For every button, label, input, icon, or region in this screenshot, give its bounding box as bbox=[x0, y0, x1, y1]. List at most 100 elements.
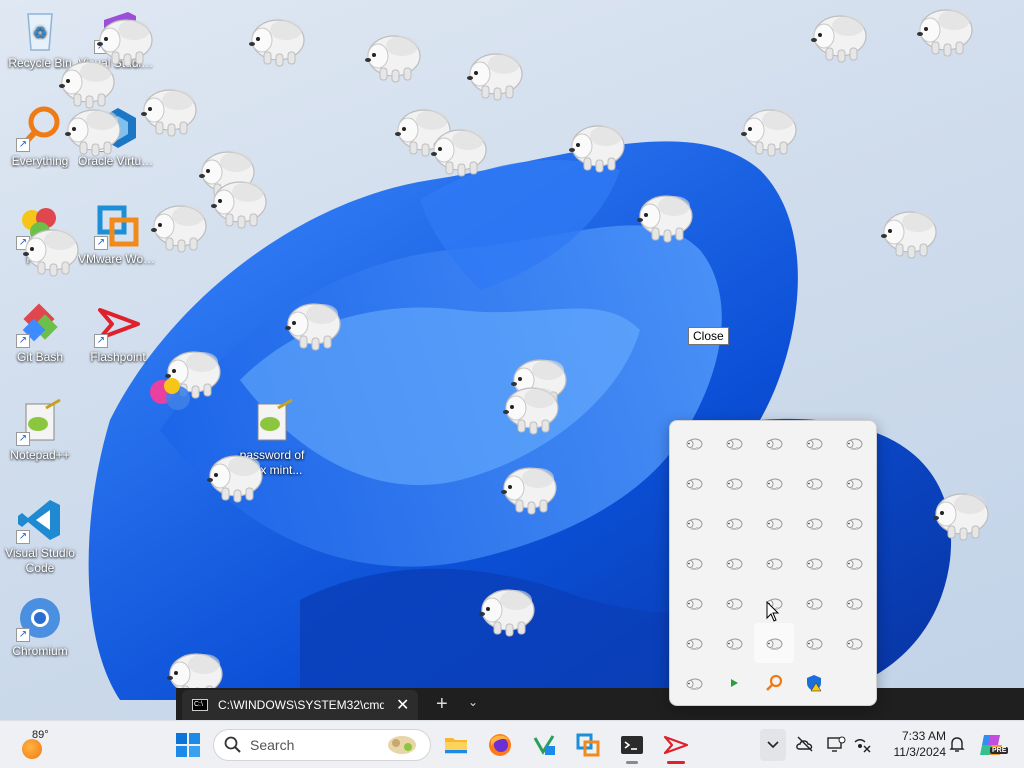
tray-item-bear-icon[interactable] bbox=[674, 583, 714, 623]
desktop-icon-recycle-bin[interactable]: ♻ Recycle Bin bbox=[0, 6, 80, 71]
firefox-icon bbox=[489, 734, 511, 756]
new-tab-button[interactable]: + bbox=[436, 693, 448, 716]
shortcut-arrow-icon: ↗ bbox=[94, 334, 108, 348]
desktop-icon-notepad-plus-plus[interactable]: ↗ Notepad++ bbox=[0, 398, 80, 463]
tray-item-everything-search-icon[interactable] bbox=[754, 663, 794, 703]
mouse-cursor-icon bbox=[766, 601, 780, 622]
tray-item-bear-icon[interactable] bbox=[754, 623, 794, 663]
tray-item-bear-icon[interactable] bbox=[674, 623, 714, 663]
play-icon bbox=[731, 679, 738, 687]
desktop-icon-vmware[interactable]: ↗ VMware Workstati... bbox=[78, 202, 158, 267]
taskbar-firefox[interactable] bbox=[480, 725, 520, 765]
notification-bell-icon[interactable] bbox=[948, 735, 966, 753]
desktop-icon-flashpoint[interactable]: ↗ Flashpoint bbox=[78, 300, 158, 365]
tray-item-bear-icon[interactable] bbox=[674, 543, 714, 583]
tray-item-bear-icon[interactable] bbox=[674, 503, 714, 543]
shortcut-arrow-icon: ↗ bbox=[16, 138, 30, 152]
desktop-icon-visual-studio[interactable]: ↗ Visual Studio 2022 Preview bbox=[78, 6, 158, 71]
desktop-icon-paint[interactable]: ↗ Paint bbox=[0, 202, 80, 267]
start-button[interactable] bbox=[168, 725, 208, 765]
shortcut-arrow-icon: ↗ bbox=[94, 236, 108, 250]
tray-item-bear-icon[interactable] bbox=[834, 463, 874, 503]
tray-item-bear-icon[interactable] bbox=[794, 623, 834, 663]
visual-studio-icon: ↗ bbox=[94, 6, 142, 54]
desktop-icon-everything[interactable]: ↗ Everything bbox=[0, 104, 80, 169]
paint-icon: ↗ bbox=[16, 202, 64, 250]
desktop-icon-password-file[interactable]: password of linux mint... bbox=[232, 398, 312, 478]
tray-item-bear-icon[interactable] bbox=[714, 503, 754, 543]
tray-item-bear-icon[interactable] bbox=[754, 503, 794, 543]
desktop-icon-label: Visual Studio 2022 Preview bbox=[78, 56, 158, 70]
onedrive-offline-icon[interactable] bbox=[795, 734, 815, 754]
tray-item-bear-icon[interactable] bbox=[794, 543, 834, 583]
windows-logo-icon bbox=[176, 733, 200, 757]
tray-item-bear-icon[interactable] bbox=[714, 623, 754, 663]
tray-item-windows-security-warning-icon[interactable] bbox=[794, 663, 834, 703]
taskbar-flashpoint[interactable] bbox=[656, 725, 696, 765]
weather-temperature: 89° bbox=[32, 729, 49, 741]
tray-item-bear-icon[interactable] bbox=[674, 663, 714, 703]
bear-icon bbox=[726, 638, 743, 650]
shortcut-arrow-icon: ↗ bbox=[16, 236, 30, 250]
bear-icon bbox=[686, 638, 703, 650]
terminal-tab-title: C:\WINDOWS\SYSTEM32\cmd.exe bbox=[218, 698, 384, 712]
taskbar-virtualbox[interactable] bbox=[568, 725, 608, 765]
tray-item-bear-icon[interactable] bbox=[834, 623, 874, 663]
taskbar-file-explorer[interactable] bbox=[436, 725, 476, 765]
weather-widget[interactable]: 89° bbox=[18, 727, 68, 763]
tray-item-bear-icon[interactable] bbox=[754, 423, 794, 463]
bear-icon bbox=[766, 478, 783, 490]
recycle-bin-icon: ♻ bbox=[16, 6, 64, 54]
taskbar-terminal[interactable] bbox=[612, 725, 652, 765]
tray-item-bear-icon[interactable] bbox=[714, 463, 754, 503]
everything-search-icon bbox=[766, 674, 783, 691]
tray-item-bear-icon[interactable] bbox=[714, 423, 754, 463]
taskbar-search-box[interactable]: Search bbox=[213, 729, 431, 761]
tray-item-bear-icon[interactable] bbox=[674, 463, 714, 503]
tray-item-bear-icon[interactable] bbox=[834, 423, 874, 463]
taskbar-clock[interactable]: 7:33 AM 11/3/2024 bbox=[880, 728, 947, 760]
show-hidden-icons-button[interactable] bbox=[760, 729, 786, 761]
bear-icon bbox=[806, 598, 823, 610]
tray-item-bear-icon[interactable] bbox=[714, 583, 754, 623]
tray-item-bear-icon[interactable] bbox=[674, 423, 714, 463]
tray-item-bear-icon[interactable] bbox=[834, 583, 874, 623]
bear-icon bbox=[846, 558, 863, 570]
desktop[interactable]: ♻ Recycle Bin ↗ Visual Studio 2022 Previ… bbox=[0, 0, 1024, 720]
desktop-icon-label: password of linux mint... bbox=[239, 448, 305, 477]
taskbar-visual-studio[interactable] bbox=[524, 725, 564, 765]
bear-icon bbox=[686, 518, 703, 530]
flashpoint-icon: ↗ bbox=[94, 300, 142, 348]
tray-item-bear-icon[interactable] bbox=[794, 583, 834, 623]
tray-item-bear-icon[interactable] bbox=[834, 543, 874, 583]
chromium-icon: ↗ bbox=[16, 594, 64, 642]
shortcut-arrow-icon: ↗ bbox=[16, 628, 30, 642]
bear-icon bbox=[806, 558, 823, 570]
windows-security-warning-icon bbox=[807, 675, 822, 692]
desktop-icon-vscode[interactable]: ↗ Visual Studio Code bbox=[0, 496, 80, 576]
tray-item-bear-icon[interactable] bbox=[754, 463, 794, 503]
desktop-icon-chromium[interactable]: ↗ Chromium bbox=[0, 594, 80, 659]
tray-item-play-icon[interactable] bbox=[714, 663, 754, 703]
tray-item-bear-icon[interactable] bbox=[794, 423, 834, 463]
terminal-tab[interactable]: C:\ C:\WINDOWS\SYSTEM32\cmd.exe ✕ bbox=[182, 690, 418, 720]
tab-dropdown-button[interactable]: ⌄ bbox=[468, 695, 478, 709]
vmware-icon: ↗ bbox=[94, 202, 142, 250]
tray-item-bear-icon[interactable] bbox=[794, 463, 834, 503]
running-indicator bbox=[626, 761, 638, 764]
tray-item-bear-icon[interactable] bbox=[754, 543, 794, 583]
desktop-icon-virtualbox[interactable]: ↗ Oracle VirtualBox bbox=[78, 104, 158, 169]
close-tab-button[interactable]: ✕ bbox=[396, 695, 409, 715]
copilot-icon[interactable] bbox=[978, 731, 1006, 759]
bear-icon bbox=[766, 638, 783, 650]
terminal-window[interactable]: C:\ C:\WINDOWS\SYSTEM32\cmd.exe ✕ + ⌄ bbox=[176, 688, 1024, 720]
network-volume-icon[interactable] bbox=[852, 734, 872, 754]
display-icon[interactable] bbox=[826, 734, 846, 754]
desktop-icon-git-bash[interactable]: ↗ Git Bash bbox=[0, 300, 80, 365]
bear-icon bbox=[806, 518, 823, 530]
notepad-plus-plus-icon bbox=[248, 398, 296, 446]
desktop-icon-label: Chromium bbox=[12, 644, 68, 658]
tray-item-bear-icon[interactable] bbox=[794, 503, 834, 543]
tray-item-bear-icon[interactable] bbox=[834, 503, 874, 543]
tray-item-bear-icon[interactable] bbox=[714, 543, 754, 583]
